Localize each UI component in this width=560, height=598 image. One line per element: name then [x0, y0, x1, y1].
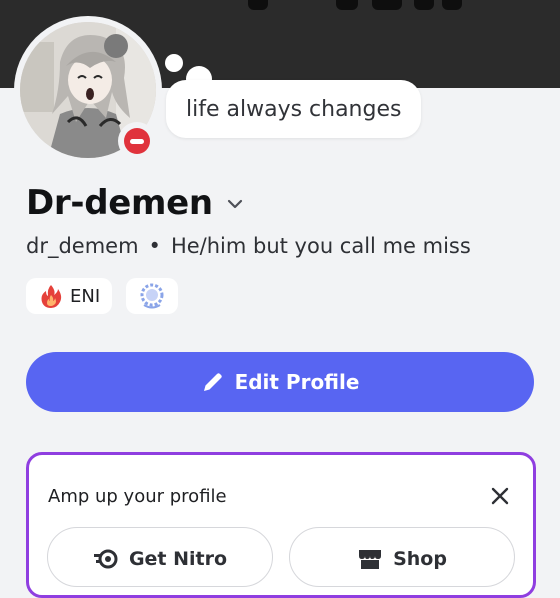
- amp-up-profile-card: Amp up your profile Get Nitro Shop: [26, 452, 536, 598]
- banner-art-piece: [414, 0, 434, 10]
- banner-art-piece: [248, 0, 268, 10]
- custom-status-text: life always changes: [186, 96, 402, 122]
- laurel-badge-icon: [140, 283, 164, 309]
- banner-art-piece: [372, 0, 402, 10]
- get-nitro-button[interactable]: Get Nitro: [47, 527, 273, 587]
- close-icon[interactable]: [489, 485, 511, 507]
- dnd-status-icon: [124, 128, 150, 154]
- separator-dot: •: [148, 234, 161, 258]
- username: dr_demem: [26, 234, 139, 258]
- banner-art-piece: [336, 0, 358, 10]
- shop-label: Shop: [393, 548, 447, 570]
- badge-laurel[interactable]: [126, 278, 179, 314]
- shop-icon: [359, 550, 382, 569]
- badge-row: ENI: [26, 278, 179, 314]
- chevron-down-icon[interactable]: [227, 196, 243, 212]
- pencil-icon: [203, 373, 222, 391]
- username-pronouns-line: dr_demem • He/him but you call me miss: [26, 234, 471, 258]
- fire-icon: [41, 285, 62, 308]
- thought-bubble-dot: [165, 54, 183, 72]
- pronouns: He/him but you call me miss: [170, 234, 471, 258]
- badge-eni[interactable]: ENI: [26, 278, 113, 314]
- display-name: Dr-demen: [26, 183, 213, 223]
- amp-card-title: Amp up your profile: [48, 486, 227, 507]
- edit-profile-label: Edit Profile: [234, 370, 360, 394]
- badge-label: ENI: [70, 285, 101, 307]
- banner-art-piece: [442, 0, 462, 10]
- get-nitro-label: Get Nitro: [128, 548, 228, 570]
- nitro-icon: [93, 549, 118, 569]
- display-name-row[interactable]: Dr-demen: [26, 183, 243, 223]
- edit-profile-button[interactable]: Edit Profile: [26, 352, 534, 412]
- shop-button[interactable]: Shop: [289, 527, 515, 587]
- custom-status-bubble[interactable]: life always changes: [166, 80, 422, 138]
